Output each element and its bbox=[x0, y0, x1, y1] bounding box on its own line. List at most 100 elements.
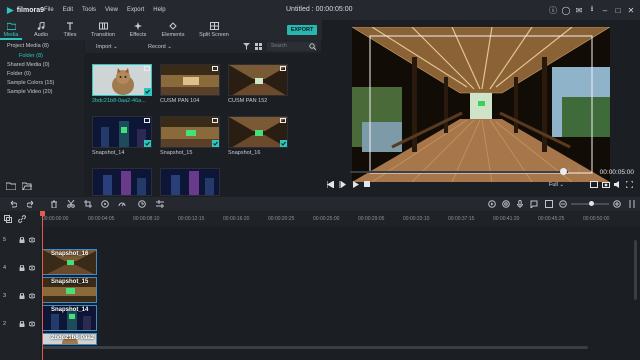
filter-icon[interactable] bbox=[243, 43, 250, 50]
fullscreen-icon[interactable] bbox=[626, 181, 633, 188]
tab-elements[interactable]: Elements bbox=[160, 22, 186, 38]
mark-in-icon[interactable]: { bbox=[568, 167, 570, 173]
tab-split-screen[interactable]: Split Screen bbox=[197, 22, 231, 38]
eye-icon[interactable] bbox=[29, 293, 35, 299]
tab-effects[interactable]: Effects bbox=[127, 22, 149, 38]
playhead[interactable] bbox=[42, 211, 43, 360]
tab-titles[interactable]: Titles bbox=[60, 22, 80, 38]
maximize-icon[interactable]: □ bbox=[613, 4, 623, 16]
link-icon[interactable] bbox=[18, 215, 26, 223]
sidebar-item-sample-colors[interactable]: Sample Colors (15) bbox=[7, 80, 54, 86]
snapshot-icon[interactable] bbox=[602, 181, 610, 188]
menu-view[interactable]: View bbox=[105, 7, 118, 13]
open-folder-icon[interactable] bbox=[22, 182, 32, 190]
tab-audio[interactable]: Audio bbox=[30, 22, 52, 38]
chevron-down-icon: ⌄ bbox=[559, 182, 565, 188]
timeline-clip[interactable]: Snapshot_16 bbox=[42, 249, 97, 275]
lock-icon[interactable] bbox=[19, 293, 25, 299]
color-icon[interactable] bbox=[101, 200, 109, 208]
sidebar-item-folder-0[interactable]: Folder (0) bbox=[7, 71, 31, 77]
tab-transition[interactable]: Transition bbox=[88, 22, 118, 38]
media-thumbnail-pan-104[interactable] bbox=[160, 64, 220, 96]
export-button[interactable]: EXPORT bbox=[287, 25, 317, 35]
menu-tools[interactable]: Tools bbox=[82, 7, 96, 13]
menu-help[interactable]: Help bbox=[153, 7, 165, 13]
preview-image bbox=[352, 27, 610, 182]
tab-media[interactable]: Media bbox=[2, 22, 20, 38]
timeline-clip[interactable]: 2bdc21b8-0aa2 bbox=[42, 333, 97, 345]
sidebar-item-folder-8[interactable]: Folder (8) bbox=[19, 53, 43, 59]
columns-icon[interactable] bbox=[628, 200, 636, 208]
timeline-clip[interactable]: Snapshot_14 bbox=[42, 305, 97, 331]
grid-view-icon[interactable] bbox=[255, 43, 262, 50]
eye-icon[interactable] bbox=[29, 237, 35, 243]
zoom-in-icon[interactable] bbox=[613, 200, 621, 208]
play-icon[interactable] bbox=[352, 181, 359, 188]
check-icon bbox=[212, 140, 219, 147]
snap-icon[interactable] bbox=[545, 200, 553, 208]
menu-edit[interactable]: Edit bbox=[63, 7, 73, 13]
motion-tracking-icon[interactable] bbox=[502, 200, 510, 208]
render-preview-icon[interactable] bbox=[590, 181, 598, 188]
info-icon[interactable]: ⓘ bbox=[548, 4, 558, 16]
timeline-horizontal-scrollbar[interactable] bbox=[42, 346, 588, 349]
voiceover-icon[interactable] bbox=[530, 200, 538, 208]
add-track-icon[interactable] bbox=[4, 215, 12, 223]
timeline-clip[interactable]: Snapshot_15 bbox=[42, 277, 97, 303]
media-thumbnail-pan-152[interactable] bbox=[228, 64, 288, 96]
menu-file[interactable]: File bbox=[44, 7, 54, 13]
step-back-icon[interactable] bbox=[327, 181, 334, 188]
cut-icon[interactable] bbox=[67, 200, 75, 208]
lock-icon[interactable] bbox=[19, 321, 25, 327]
zoom-out-icon[interactable] bbox=[559, 200, 567, 208]
sidebar-item-project-media[interactable]: Project Media (8) bbox=[7, 43, 49, 49]
preview-seek-handle[interactable] bbox=[560, 168, 567, 175]
media-thumbnail-city-1[interactable] bbox=[92, 168, 152, 196]
preview-seek-bar[interactable] bbox=[350, 171, 568, 173]
sidebar-item-sample-video[interactable]: Sample Video (20) bbox=[7, 89, 52, 95]
account-icon[interactable]: ◯ bbox=[561, 4, 571, 16]
message-icon[interactable]: ✉ bbox=[574, 4, 584, 16]
crop-icon[interactable] bbox=[84, 200, 92, 208]
minimize-icon[interactable]: – bbox=[600, 4, 610, 16]
zoom-slider-handle[interactable] bbox=[589, 201, 594, 206]
media-library-sidebar: Project Media (8) Folder (8) Shared Medi… bbox=[0, 40, 84, 196]
redo-icon[interactable] bbox=[27, 200, 35, 208]
stop-icon[interactable] bbox=[364, 181, 370, 187]
delete-icon[interactable] bbox=[50, 200, 58, 208]
media-thumbnail-city-2[interactable] bbox=[160, 168, 220, 196]
record-dropdown[interactable]: Record ⌄ bbox=[148, 44, 172, 50]
playhead-handle[interactable] bbox=[40, 211, 45, 216]
sidebar-item-shared-media[interactable]: Shared Media (0) bbox=[7, 62, 50, 68]
eye-icon[interactable] bbox=[29, 321, 35, 327]
media-thumbnail-cat[interactable] bbox=[92, 64, 152, 96]
play-pause-icon[interactable] bbox=[339, 181, 346, 188]
speed-icon[interactable] bbox=[118, 200, 126, 208]
ruler-tick: 00:00:20:25 bbox=[268, 216, 295, 222]
preview-viewer[interactable] bbox=[352, 27, 610, 182]
undo-icon[interactable] bbox=[9, 200, 17, 208]
render-icon[interactable] bbox=[488, 200, 496, 208]
adjust-icon[interactable] bbox=[156, 200, 164, 208]
quality-dropdown[interactable]: Full ⌄ bbox=[549, 182, 564, 188]
media-thumbnail-snapshot-15[interactable] bbox=[160, 116, 220, 148]
media-thumbnail-snapshot-14[interactable] bbox=[92, 116, 152, 148]
lock-icon[interactable] bbox=[19, 237, 25, 243]
menu-export[interactable]: Export bbox=[127, 7, 144, 13]
mark-out-icon[interactable]: } bbox=[578, 167, 580, 173]
media-thumbnail-snapshot-16[interactable] bbox=[228, 116, 288, 148]
duration-icon[interactable] bbox=[138, 200, 146, 208]
new-folder-icon[interactable] bbox=[6, 182, 16, 190]
timeline-ruler[interactable]: 00:00:00:00 00:00:04:05 00:00:08:10 00:0… bbox=[0, 211, 640, 227]
lock-icon[interactable] bbox=[19, 265, 25, 271]
ruler-tick: 00:00:29:05 bbox=[358, 216, 385, 222]
close-icon[interactable]: ✕ bbox=[626, 4, 636, 16]
timeline-vertical-scrollbar[interactable] bbox=[634, 240, 637, 300]
timeline-tracks[interactable]: Snapshot_16 Snapshot_15 Snapshot_14 2bdc… bbox=[40, 227, 640, 360]
search-icon[interactable] bbox=[309, 43, 316, 50]
download-icon[interactable]: ⭳ bbox=[587, 4, 597, 16]
eye-icon[interactable] bbox=[29, 265, 35, 271]
microphone-icon[interactable] bbox=[516, 200, 524, 208]
import-dropdown[interactable]: Import ⌄ bbox=[96, 44, 118, 50]
volume-icon[interactable] bbox=[614, 181, 622, 188]
